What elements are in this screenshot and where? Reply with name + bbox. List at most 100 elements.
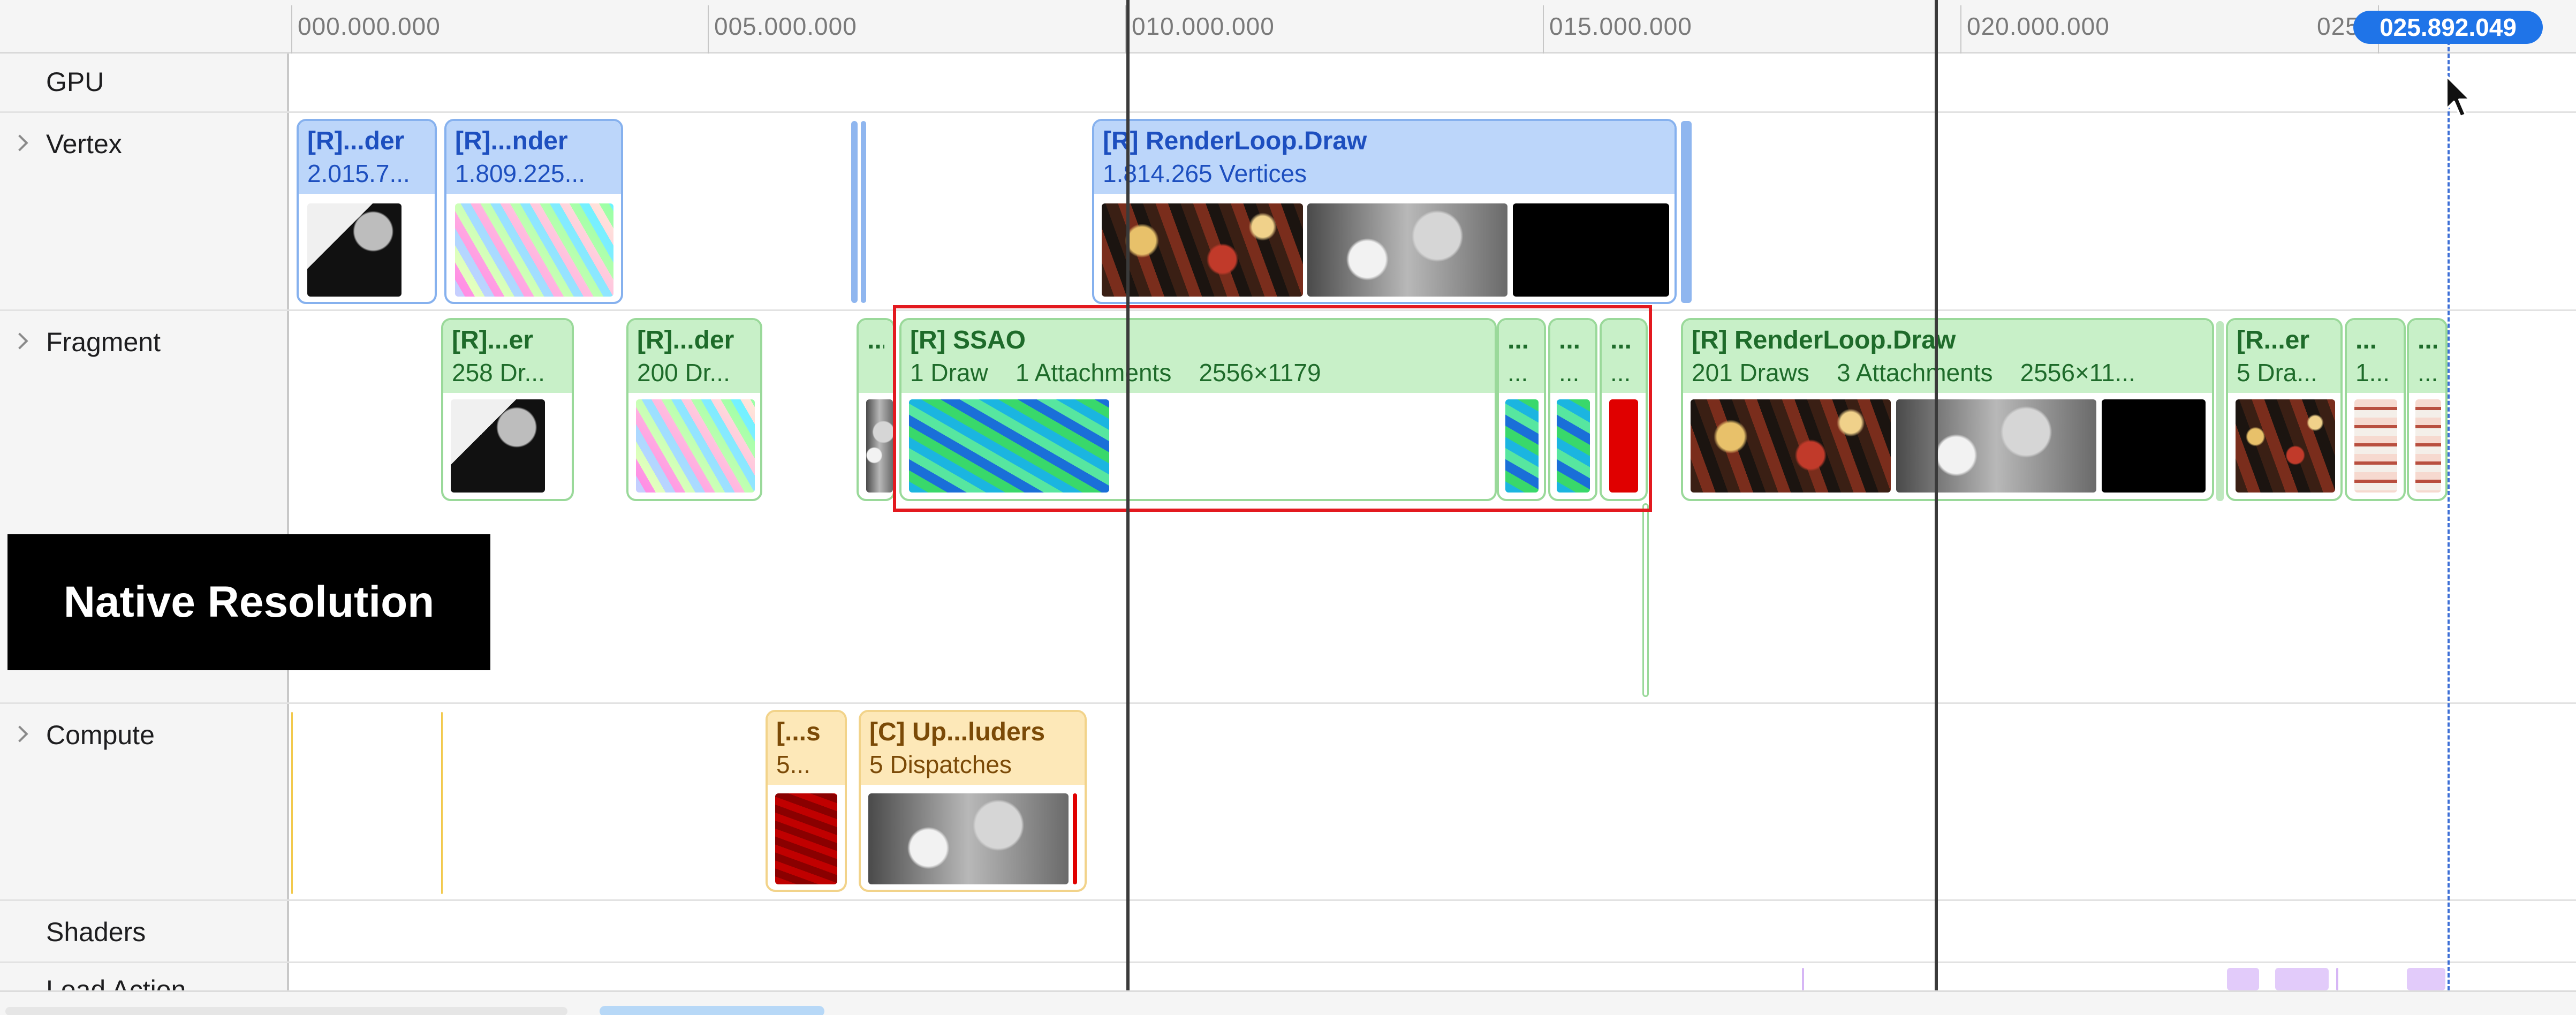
block-subtitle: 201 Draws 3 Attachments 2556×11... [1692, 359, 2135, 387]
block-subtitle: 1... [2355, 359, 2390, 387]
attachment-thumbnail[interactable] [775, 793, 837, 884]
block-title: [R]...der [637, 326, 734, 354]
attachment-thumbnail[interactable] [2236, 399, 2335, 493]
attachment-thumbnail[interactable] [868, 793, 1069, 884]
row-label-shaders: Shaders [46, 917, 146, 947]
compute-lane[interactable] [291, 704, 2576, 899]
compute-marker[interactable] [441, 712, 443, 894]
block-subtitle: 200 Dr... [637, 359, 730, 387]
fragment-encoder-block[interactable]: ... 1... [2345, 318, 2406, 501]
vertex-row-toggle[interactable]: Vertex [0, 123, 289, 166]
overlay-caption: Native Resolution [7, 534, 490, 670]
vertex-marker[interactable] [1681, 121, 1692, 303]
block-title: [R] RenderLoop.Draw [1692, 326, 1956, 354]
attachment-thumbnail[interactable] [455, 203, 613, 297]
horizontal-scrollbar[interactable] [0, 990, 2576, 1015]
row-label-gpu: GPU [46, 67, 104, 97]
block-title: ... [2355, 326, 2377, 354]
ruler-tick-label: 015.000.000 [1549, 12, 1692, 40]
timeline-ruler[interactable]: 000.000.000 005.000.000 010.000.000 015.… [0, 0, 2576, 54]
row-label-compute: Compute [46, 720, 155, 750]
playhead-line[interactable] [2448, 21, 2450, 990]
compute-row-toggle[interactable]: Compute [0, 714, 289, 757]
load-action-marker[interactable] [2407, 968, 2445, 990]
ruler-major-tick [708, 5, 709, 54]
chevron-right-icon [11, 332, 28, 350]
ruler-tick-label: 020.000.000 [1967, 12, 2110, 40]
block-title: [...s [776, 718, 821, 746]
ruler-major-tick [291, 5, 292, 54]
vertex-encoder-block[interactable]: [R]...der 2.015.7... [297, 119, 437, 304]
load-action-marker[interactable] [2227, 968, 2259, 990]
block-title: [R...er [2237, 326, 2310, 354]
block-subtitle: 2.015.7... [307, 160, 410, 187]
compute-encoder-block[interactable]: [...s 5... [766, 710, 847, 892]
chevron-right-icon [11, 134, 28, 152]
time-marker-line[interactable] [1126, 0, 1130, 1015]
fragment-marker[interactable] [2216, 321, 2224, 501]
ruler-major-tick [1543, 5, 1544, 54]
vertex-marker[interactable] [861, 121, 866, 303]
fragment-encoder-block[interactable]: ... ... [2407, 318, 2448, 501]
block-subtitle: 5... [776, 751, 810, 778]
fragment-encoder-block[interactable]: [R]...er 258 Dr... [441, 318, 574, 501]
block-subtitle: 5 Dispatches [869, 751, 1012, 778]
vertex-marker[interactable] [851, 121, 858, 303]
overlay-caption-text: Native Resolution [63, 578, 435, 626]
fragment-marker[interactable] [1642, 503, 1649, 697]
row-label-fragment: Fragment [46, 327, 161, 357]
block-subtitle: ... [2418, 359, 2437, 387]
load-action-marker[interactable] [2336, 968, 2338, 990]
block-subtitle: 258 Dr... [452, 359, 545, 387]
attachment-thumbnail[interactable] [636, 399, 755, 493]
fragment-encoder-block[interactable]: [R]...der 200 Dr... [626, 318, 762, 501]
attachment-thumbnail[interactable] [866, 399, 893, 493]
selection-highlight [893, 305, 1652, 512]
ruler-tick-label: 010.000.000 [1132, 12, 1275, 40]
load-action-marker[interactable] [2275, 968, 2329, 990]
ruler-major-tick [1960, 5, 1961, 54]
attachment-thumbnail[interactable] [2102, 399, 2206, 493]
attachment-thumbnail[interactable] [307, 203, 401, 297]
block-title: ... [2418, 326, 2437, 354]
block-title: ... [867, 326, 884, 354]
block-title: [R]...nder [455, 127, 568, 155]
block-subtitle: 1.814.265 Vertices [1103, 160, 1307, 187]
block-title: [R]...der [307, 127, 405, 155]
load-action-marker[interactable] [1802, 968, 1804, 990]
shaders-lane[interactable] [291, 901, 2576, 961]
attachment-thumbnail[interactable] [2354, 399, 2397, 493]
scrollbar-track[interactable] [5, 1007, 567, 1015]
time-marker-line[interactable] [1935, 0, 1938, 1015]
attachment-thumbnail[interactable] [1307, 203, 1507, 297]
row-label-vertex: Vertex [46, 129, 122, 159]
row-label-load-action: Load Action [46, 975, 186, 990]
attachment-thumbnail[interactable] [1073, 793, 1077, 884]
fragment-encoder-block[interactable]: ... [857, 318, 895, 501]
attachment-thumbnail[interactable] [451, 399, 545, 493]
scrollbar-thumb[interactable] [600, 1006, 824, 1015]
current-time-badge[interactable]: 025.892.049 [2353, 11, 2543, 44]
attachment-thumbnail[interactable] [1102, 203, 1303, 297]
vertex-renderloop-block[interactable]: [R] RenderLoop.Draw 1.814.265 Vertices [1092, 119, 1677, 304]
fragment-encoder-block[interactable]: [R...er 5 Dra... [2226, 318, 2343, 501]
ruler-tick-label: 000.000.000 [298, 12, 441, 40]
compute-marker[interactable] [291, 712, 293, 894]
block-title: [R] RenderLoop.Draw [1103, 127, 1367, 155]
block-subtitle: 1.809.225... [455, 160, 585, 187]
attachment-thumbnail[interactable] [2415, 399, 2441, 493]
block-title: [R]...er [452, 326, 534, 354]
fragment-renderloop-block[interactable]: [R] RenderLoop.Draw 201 Draws 3 Attachme… [1681, 318, 2214, 501]
gpu-lane[interactable] [291, 54, 2576, 111]
ruler-tick-label: 005.000.000 [714, 12, 857, 40]
attachment-thumbnail[interactable] [1691, 399, 1891, 493]
attachment-thumbnail[interactable] [1513, 203, 1669, 297]
track-header-column [0, 54, 289, 990]
vertex-encoder-block[interactable]: [R]...nder 1.809.225... [444, 119, 623, 304]
block-subtitle: 5 Dra... [2237, 359, 2317, 387]
block-title: [C] Up...luders [869, 718, 1045, 746]
compute-encoder-block[interactable]: [C] Up...luders 5 Dispatches [859, 710, 1087, 892]
attachment-thumbnail[interactable] [1896, 399, 2096, 493]
fragment-row-toggle[interactable]: Fragment [0, 321, 289, 364]
cursor-arrow-icon [2445, 75, 2471, 118]
